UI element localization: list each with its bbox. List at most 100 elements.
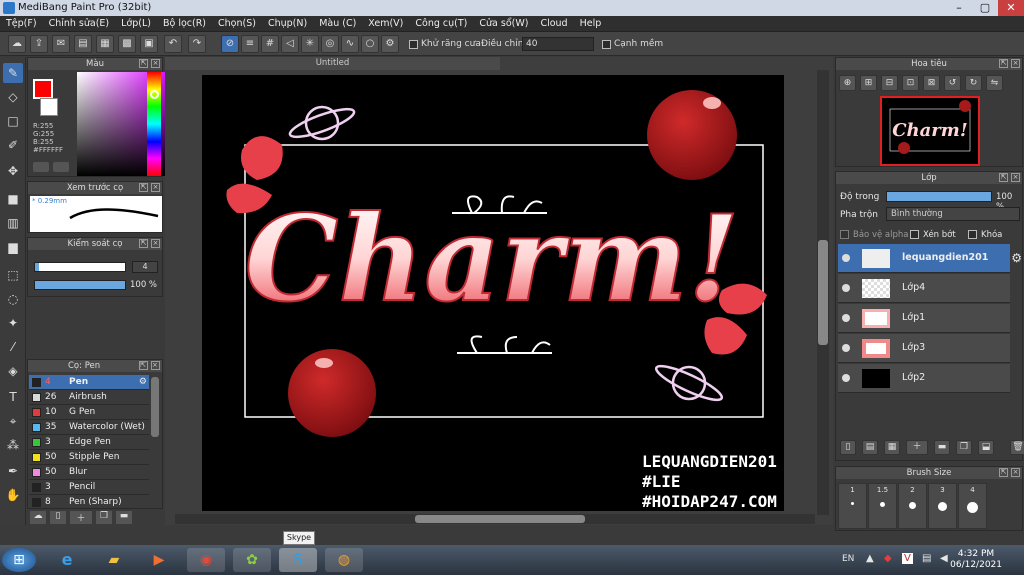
fill-rect-icon[interactable]: ■ [3, 189, 23, 209]
panel-close-icon[interactable]: × [151, 239, 160, 248]
tray-app-icon[interactable]: ◆ [884, 553, 892, 564]
medibang-icon[interactable]: ◍ [325, 548, 363, 572]
layer-settings-icon[interactable]: ⚙ [1011, 251, 1022, 265]
panel-close-icon[interactable]: × [1011, 468, 1020, 477]
brush-item[interactable]: 8 Pen (Sharp) [29, 495, 149, 508]
grid-icon[interactable]: ▩ [118, 35, 136, 53]
vanish-snap-icon[interactable]: ◁ [281, 35, 299, 53]
fill-tool-icon[interactable]: ▆ [3, 237, 23, 257]
menu-file[interactable]: Tệp(F) [0, 16, 43, 32]
volume-icon[interactable]: ◀ [940, 553, 948, 564]
brush-item[interactable]: 3 Pencil [29, 480, 149, 495]
brush-size-cell[interactable]: 4 [958, 483, 987, 529]
panel-undock-icon[interactable]: ⇱ [999, 173, 1008, 182]
layer-row[interactable]: lequangdien201 ⚙ [838, 244, 1022, 273]
layer-row[interactable]: Lớp2 [838, 364, 1010, 393]
brush-size-cell[interactable]: 2 [898, 483, 927, 529]
fit-icon[interactable]: ⊡ [902, 75, 919, 91]
blend-mode-select[interactable]: Bình thường [886, 207, 1020, 221]
zoom-out-icon[interactable]: ⊟ [881, 75, 898, 91]
select-eraser-icon[interactable]: ◈ [3, 361, 23, 381]
merge-layer-icon[interactable]: ⬓ [978, 440, 994, 455]
layer-visibility-icon[interactable] [842, 284, 850, 292]
menu-edit[interactable]: Chỉnh sửa(E) [43, 16, 116, 32]
gradient-icon[interactable]: ▥ [3, 213, 23, 233]
brush-opacity-slider[interactable] [34, 280, 126, 290]
page-icon[interactable]: ▤ [74, 35, 92, 53]
brush-item[interactable]: 50 Stipple Pen [29, 450, 149, 465]
minimize-button[interactable]: – [946, 0, 972, 16]
redo-icon[interactable]: ↷ [188, 35, 206, 53]
brush-size-cell[interactable]: 3 [928, 483, 957, 529]
taskbar-clock[interactable]: 4:32 PM 06/12/2021 [950, 549, 1002, 571]
share-icon[interactable]: ⇪ [30, 35, 48, 53]
greenshot-icon[interactable]: ✿ [233, 548, 271, 572]
panel-undock-icon[interactable]: ⇱ [999, 468, 1008, 477]
parallel-snap-icon[interactable]: ≡ [241, 35, 259, 53]
panel-close-icon[interactable]: × [1011, 59, 1020, 68]
brush-tool-icon[interactable]: ✎ [3, 63, 23, 83]
flip-icon[interactable]: ⇋ [986, 75, 1003, 91]
panel-undock-icon[interactable]: ⇱ [139, 183, 148, 192]
eraser-tool-icon[interactable]: ◇ [3, 87, 23, 107]
brush-item[interactable]: 3 Edge Pen [29, 435, 149, 450]
menu-snap[interactable]: Chụp(N) [262, 16, 313, 32]
show-hidden-icons[interactable]: ▲ [866, 553, 874, 564]
add-brush-icon[interactable]: ＋ [70, 511, 92, 524]
panel-close-icon[interactable]: × [151, 361, 160, 370]
text-tool-icon[interactable]: T [3, 387, 23, 407]
layer-visibility-icon[interactable] [842, 254, 850, 262]
hue-slider[interactable] [147, 72, 161, 176]
menu-select[interactable]: Chọn(S) [212, 16, 262, 32]
dot-tool-icon[interactable]: ✐ [3, 135, 23, 155]
menu-help[interactable]: Help [574, 16, 608, 32]
language-indicator[interactable]: EN [842, 554, 854, 564]
horizontal-scroll-thumb[interactable] [415, 515, 585, 523]
brush-size-cell[interactable]: 1 [838, 483, 867, 529]
add-layer-menu-icon[interactable]: ＋ [906, 440, 928, 455]
skype-icon[interactable]: S [279, 548, 317, 572]
menu-filter[interactable]: Bộ lọc(R) [157, 16, 212, 32]
menu-tools[interactable]: Công cụ(T) [409, 16, 473, 32]
layer-folder-icon[interactable]: ▬ [934, 440, 950, 455]
internet-explorer-icon[interactable]: e [48, 548, 86, 572]
panel-close-icon[interactable]: × [151, 59, 160, 68]
foreground-color-swatch[interactable] [33, 79, 53, 99]
clipping-checkbox[interactable] [910, 230, 919, 239]
file-explorer-icon[interactable]: ▰ [95, 548, 133, 572]
chrome-icon[interactable]: ◉ [187, 548, 225, 572]
new-brush-icon[interactable]: ▯ [50, 511, 66, 524]
actual-size-icon[interactable]: ⊠ [923, 75, 940, 91]
antialias-checkbox[interactable] [409, 40, 418, 49]
brush-item[interactable]: 26 Airbrush [29, 390, 149, 405]
folder-icon[interactable]: ▬ [116, 511, 132, 524]
network-icon[interactable]: ▤ [922, 553, 931, 564]
panel-close-icon[interactable]: × [1011, 173, 1020, 182]
layer-row[interactable]: Lớp3 [838, 334, 1010, 363]
artboard[interactable]: Charm! LEQUANGDIEN201 #LIE #HOIDAP247.CO… [202, 75, 784, 511]
select-rect-icon[interactable]: ⬚ [3, 265, 23, 285]
new-8bit-layer-icon[interactable]: ▦ [884, 440, 900, 455]
radial-snap-icon[interactable]: ✳ [301, 35, 319, 53]
brush-item[interactable]: 50 Blur [29, 465, 149, 480]
circle-snap-icon[interactable]: ◎ [321, 35, 339, 53]
tray-v-icon[interactable]: V [902, 553, 913, 564]
copy-brush-icon[interactable]: ❐ [96, 511, 112, 524]
undo-icon[interactable]: ↶ [164, 35, 182, 53]
operation-tool-icon[interactable]: ⌖ [3, 411, 23, 431]
layer-visibility-icon[interactable] [842, 374, 850, 382]
move-tool-icon[interactable]: ✥ [3, 161, 23, 181]
cross-snap-icon[interactable]: # [261, 35, 279, 53]
rotate-right-icon[interactable]: ↻ [965, 75, 982, 91]
lock-checkbox[interactable] [968, 230, 977, 239]
adjust-select[interactable]: 40 [522, 37, 594, 51]
media-player-icon[interactable]: ▶ [140, 548, 178, 572]
soft-edge-checkbox[interactable] [602, 40, 611, 49]
vertical-scroll-thumb[interactable] [818, 240, 828, 345]
magic-wand-icon[interactable]: ✦ [3, 313, 23, 333]
settings-icon[interactable]: ⚙ [381, 35, 399, 53]
layer-opacity-slider[interactable] [886, 191, 992, 202]
duplicate-layer-icon[interactable]: ❐ [956, 440, 972, 455]
menu-color[interactable]: Màu (C) [313, 16, 362, 32]
panel-undock-icon[interactable]: ⇱ [139, 59, 148, 68]
